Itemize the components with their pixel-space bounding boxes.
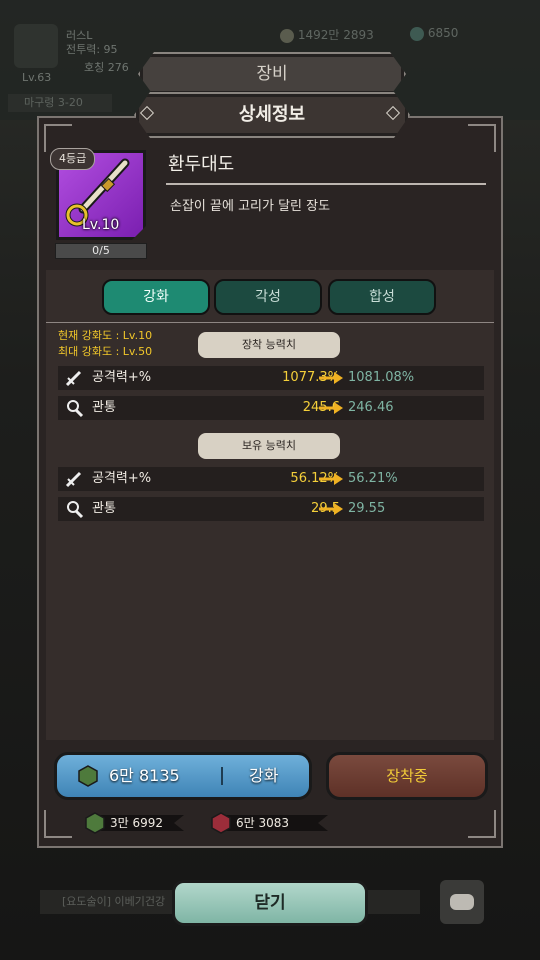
chat-bubble-icon <box>450 894 474 910</box>
item-description: 손잡이 끝에 고리가 달린 장도 <box>170 199 331 214</box>
window-title-text: 장비 <box>256 64 288 84</box>
player-avatar[interactable] <box>14 24 58 68</box>
enhance-button[interactable]: 6만 8135 강화 <box>54 752 312 800</box>
stat-name: 공격력+% <box>92 471 152 486</box>
stat-next-value: 246.46 <box>348 400 394 415</box>
max-enhance-level: 최대 강화도 : Lv.50 <box>58 345 153 358</box>
corner-ornament-icon <box>44 810 72 838</box>
arrow-right-icon <box>319 473 343 485</box>
stat-name: 관통 <box>92 501 116 516</box>
gem-display[interactable]: 6850 <box>410 26 458 41</box>
current-enhance-level: 현재 강화도 : Lv.10 <box>58 329 153 342</box>
resource-red-ore: 6만 3083 <box>210 812 330 834</box>
enhance-label: 강화 <box>249 766 279 785</box>
grade-badge: 4등급 <box>50 148 96 170</box>
equip-stats-header: 장착 능력치 <box>198 332 340 358</box>
stat-name: 공격력+% <box>92 370 152 385</box>
item-level: Lv.10 <box>82 217 120 233</box>
item-name: 환두대도 <box>168 154 235 175</box>
tab-enhance[interactable]: 강화 <box>102 279 210 315</box>
own-stats-header: 보유 능력치 <box>198 433 340 459</box>
stage-label: 마구령 3-20 <box>8 94 112 112</box>
pierce-icon <box>67 501 84 519</box>
stat-next-value: 29.55 <box>348 501 386 516</box>
stat-row: 공격력+% 1077.3% 1081.08% <box>58 366 484 390</box>
stat-row: 공격력+% 56.12% 56.21% <box>58 467 484 491</box>
arrow-right-icon <box>319 402 343 414</box>
item-progress-text: 0/5 <box>92 244 110 257</box>
button-divider <box>221 767 223 785</box>
player-title: 호칭 276 <box>84 61 129 74</box>
stat-row: 관통 29.5 29.55 <box>58 497 484 521</box>
player-level: Lv.63 <box>22 71 52 84</box>
stat-next-value: 1081.08% <box>348 370 415 385</box>
stat-row: 관통 245.6 246.46 <box>58 396 484 420</box>
resource-value: 3만 6992 <box>110 816 164 830</box>
tab-synthesis[interactable]: 합성 <box>328 279 436 315</box>
green-ore-icon <box>78 765 98 787</box>
arrow-right-icon <box>319 503 343 515</box>
name-underline <box>166 183 486 185</box>
sword-icon <box>65 370 82 387</box>
corner-ornament-icon <box>468 124 496 152</box>
pierce-icon <box>67 400 84 418</box>
gem-icon <box>410 26 424 41</box>
gem-value: 6850 <box>427 26 459 40</box>
sword-icon <box>65 471 82 488</box>
tab-awaken[interactable]: 각성 <box>214 279 322 315</box>
panel-title: 상세정보 <box>134 92 410 138</box>
equipped-button[interactable]: 장착중 <box>326 752 488 800</box>
resource-green-ore: 3만 6992 <box>84 812 184 834</box>
resource-value: 6만 3083 <box>236 816 290 830</box>
panel-title-text: 상세정보 <box>238 104 306 125</box>
stat-name: 관통 <box>92 400 116 415</box>
item-progress-bar: 0/5 <box>55 243 147 259</box>
chat-button[interactable] <box>440 880 484 924</box>
stat-next-value: 56.21% <box>348 471 398 486</box>
coin-icon <box>280 28 294 43</box>
enhance-cost: 6만 8135 <box>109 766 180 785</box>
player-name: 러스L <box>66 29 93 42</box>
divider <box>46 322 494 323</box>
red-ore-icon <box>211 812 231 834</box>
close-button[interactable]: 닫기 <box>172 880 368 926</box>
gold-display[interactable]: 1492만 2893 <box>280 26 374 43</box>
green-ore-icon <box>85 812 105 834</box>
arrow-right-icon <box>319 372 343 384</box>
window-title: 장비 <box>138 52 406 96</box>
gold-value: 1492만 2893 <box>297 28 374 42</box>
corner-ornament-icon <box>468 810 496 838</box>
